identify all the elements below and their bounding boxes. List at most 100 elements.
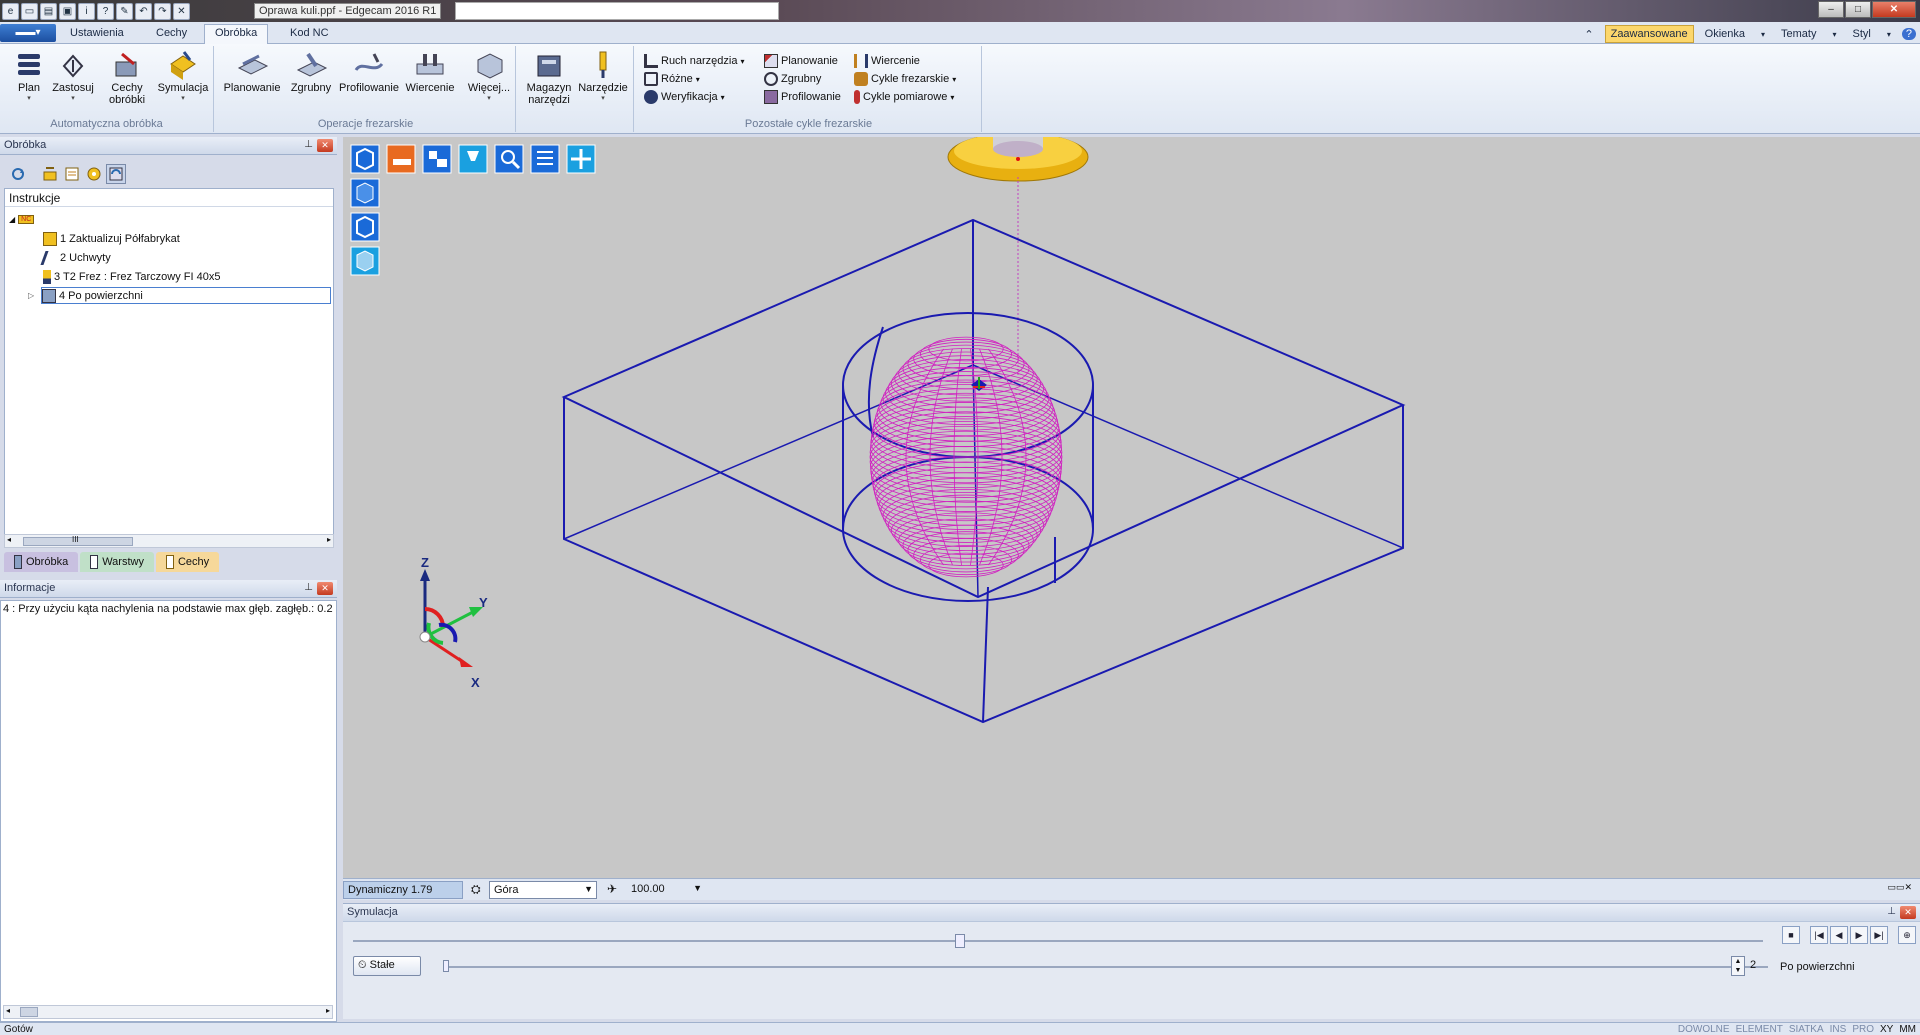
tree-item-fixtures[interactable]: 2 Uchwyty — [40, 249, 111, 266]
speed-slider-handle[interactable] — [443, 960, 449, 972]
tab-ustawienia[interactable]: Ustawienia — [60, 25, 134, 44]
narzedzie-button[interactable]: Narzędzie ▾ — [576, 48, 630, 116]
app-logo-icon[interactable]: e — [2, 2, 19, 20]
close-panel-button[interactable]: ✕ — [317, 139, 333, 152]
tab-warstwy[interactable]: Warstwy — [80, 552, 154, 572]
tool-icon[interactable]: ✎ — [116, 2, 133, 20]
simulation-progress-handle[interactable] — [955, 934, 965, 948]
scroll-left-icon[interactable]: ◂ — [7, 535, 11, 544]
wiercenie-button[interactable]: Wiercenie — [402, 48, 458, 116]
windows-menu[interactable]: Okienka — [1700, 26, 1750, 42]
tab-obrobka-panel[interactable]: Obróbka — [4, 552, 79, 572]
scroll-left-icon[interactable]: ◂ — [6, 1006, 10, 1015]
zgrubny-button[interactable]: Zgrubny — [284, 48, 338, 116]
tab-obrobka[interactable]: Obróbka — [204, 24, 269, 45]
planowanie-cycle-button[interactable]: Planowanie — [764, 52, 838, 70]
status-xy[interactable]: XY — [1880, 1024, 1893, 1035]
close-panel-button[interactable]: ✕ — [317, 582, 333, 595]
close-button[interactable]: ✕ — [1872, 1, 1916, 18]
pin-icon[interactable]: ⊥ — [304, 139, 313, 150]
zoom-icon[interactable] — [494, 144, 524, 174]
profilowanie-button[interactable]: Profilowanie — [338, 48, 400, 116]
planowanie-button[interactable]: Planowanie — [222, 48, 282, 116]
update-stock-icon[interactable] — [40, 164, 60, 184]
wiercenie-cycle-button[interactable]: Wiercenie — [854, 52, 920, 70]
profilowanie-cycle-button[interactable]: Profilowanie — [764, 88, 841, 106]
title-search-field[interactable] — [455, 2, 779, 20]
cechy-obrobki-button[interactable]: Cechy obróbki — [100, 48, 154, 116]
symulacja-button[interactable]: Symulacja ▾ — [156, 48, 210, 116]
cykle-frezarskie-button[interactable]: Cykle frezarskie ▾ — [854, 70, 956, 88]
tree-horizontal-scrollbar[interactable]: ◂ III ▸ — [4, 534, 334, 548]
wiecej-button[interactable]: Więcej... ▾ — [462, 48, 516, 116]
pin-icon[interactable]: ⊥ — [304, 582, 313, 593]
tree-item-update-stock[interactable]: 1 Zaktualizuj Półfabrykat — [43, 230, 180, 247]
weryfikacja-button[interactable]: Weryfikacja ▾ — [644, 88, 725, 106]
tab-kod-nc[interactable]: Kod NC — [280, 25, 339, 44]
open-icon[interactable]: ▤ — [40, 2, 57, 20]
status-mm[interactable]: MM — [1899, 1024, 1916, 1035]
play-icon[interactable]: ▶ — [1850, 926, 1868, 944]
constant-speed-button[interactable]: ⏲ Stałe — [353, 956, 421, 976]
refresh-icon[interactable] — [8, 164, 28, 184]
scroll-right-icon[interactable]: ▸ — [326, 1006, 330, 1015]
scroll-thumb[interactable] — [20, 1007, 38, 1017]
speed-slider-track[interactable] — [443, 966, 1768, 968]
graphics-viewport[interactable]: Z Y X — [343, 127, 1920, 878]
new-icon[interactable]: ▭ — [21, 2, 38, 20]
zgrubny-cycle-button[interactable]: Zgrubny — [764, 70, 821, 88]
close-panel-button[interactable]: ✕ — [1900, 906, 1916, 919]
info-horizontal-scrollbar[interactable]: ◂ ▸ — [3, 1005, 333, 1019]
advanced-button[interactable]: Zaawansowane — [1604, 25, 1694, 43]
tab-cechy-panel[interactable]: Cechy — [155, 552, 220, 572]
rozne-button[interactable]: Różne ▾ — [644, 70, 700, 88]
tab-cechy[interactable]: Cechy — [146, 25, 197, 44]
info-icon[interactable]: i — [78, 2, 95, 20]
tree-root[interactable]: ◢ NC — [9, 211, 35, 228]
save-icon[interactable]: ▣ — [59, 2, 76, 20]
simulation-progress-track[interactable] — [353, 940, 1763, 942]
status-siatka[interactable]: SIATKA — [1789, 1024, 1824, 1035]
windows-dropdown-icon[interactable]: ▾ — [1756, 28, 1770, 41]
viewbar-window-controls-icon[interactable]: ▭▭✕ — [1887, 882, 1912, 893]
magazyn-narzedzi-button[interactable]: Magazyn narzędzi — [522, 48, 576, 116]
pin-icon[interactable]: ⊥ — [1887, 906, 1896, 917]
help-icon[interactable]: ? — [97, 2, 114, 20]
undo-icon[interactable]: ↶ — [135, 2, 152, 20]
zoom-sim-icon[interactable]: ⊕ — [1898, 926, 1916, 944]
scroll-thumb[interactable]: III — [23, 535, 133, 546]
view-select[interactable]: Góra ▼ — [489, 881, 597, 899]
status-element[interactable]: ELEMENT — [1736, 1024, 1783, 1035]
scroll-right-icon[interactable]: ▸ — [327, 535, 331, 544]
expand-icon[interactable]: ◢ — [9, 215, 15, 224]
ruch-narzedzia-button[interactable]: Ruch narzędzia ▾ — [644, 52, 744, 70]
list-icon[interactable] — [62, 164, 82, 184]
tree-item-surface-op[interactable]: ▷ 4 Po powierzchni — [28, 287, 331, 304]
expand-icon[interactable]: ▷ — [28, 291, 34, 300]
cancel-icon[interactable]: ✕ — [173, 2, 190, 20]
maximize-button[interactable]: □ — [1845, 1, 1871, 18]
zoom-select[interactable]: 100.00 ▼ — [627, 881, 705, 899]
sync-icon[interactable] — [106, 164, 126, 184]
style-menu[interactable]: Styl — [1848, 26, 1876, 42]
stop-icon[interactable]: ■ — [1782, 926, 1800, 944]
themes-menu[interactable]: Tematy — [1776, 26, 1821, 42]
collapse-ribbon-icon[interactable]: ⌃ — [1579, 26, 1598, 43]
step-back-icon[interactable]: ◀ — [1830, 926, 1848, 944]
cykle-pomiarowe-button[interactable]: Cykle pomiarowe ▾ — [854, 88, 954, 106]
status-pro[interactable]: PRO — [1852, 1024, 1874, 1035]
step-spinner[interactable]: ▲ ▼ — [1731, 956, 1745, 976]
skip-back-icon[interactable]: |◀ — [1810, 926, 1828, 944]
skip-forward-icon[interactable]: ▶| — [1870, 926, 1888, 944]
tree-item-tool[interactable]: 3 T2 Frez : Frez Tarczowy FI 40x5 — [43, 268, 220, 285]
redo-icon[interactable]: ↷ — [154, 2, 171, 20]
settings-icon[interactable] — [84, 164, 104, 184]
help-icon[interactable]: ? — [1901, 28, 1916, 40]
themes-dropdown-icon[interactable]: ▾ — [1828, 28, 1842, 41]
status-dowolne[interactable]: DOWOLNE — [1678, 1024, 1730, 1035]
status-ins[interactable]: INS — [1830, 1024, 1847, 1035]
view-mode-indicator[interactable]: Dynamiczny 1.79 — [343, 881, 463, 899]
application-menu-button[interactable]: ▬▬▾ — [0, 24, 56, 42]
style-dropdown-icon[interactable]: ▾ — [1882, 28, 1896, 41]
minimize-button[interactable]: – — [1818, 1, 1844, 18]
